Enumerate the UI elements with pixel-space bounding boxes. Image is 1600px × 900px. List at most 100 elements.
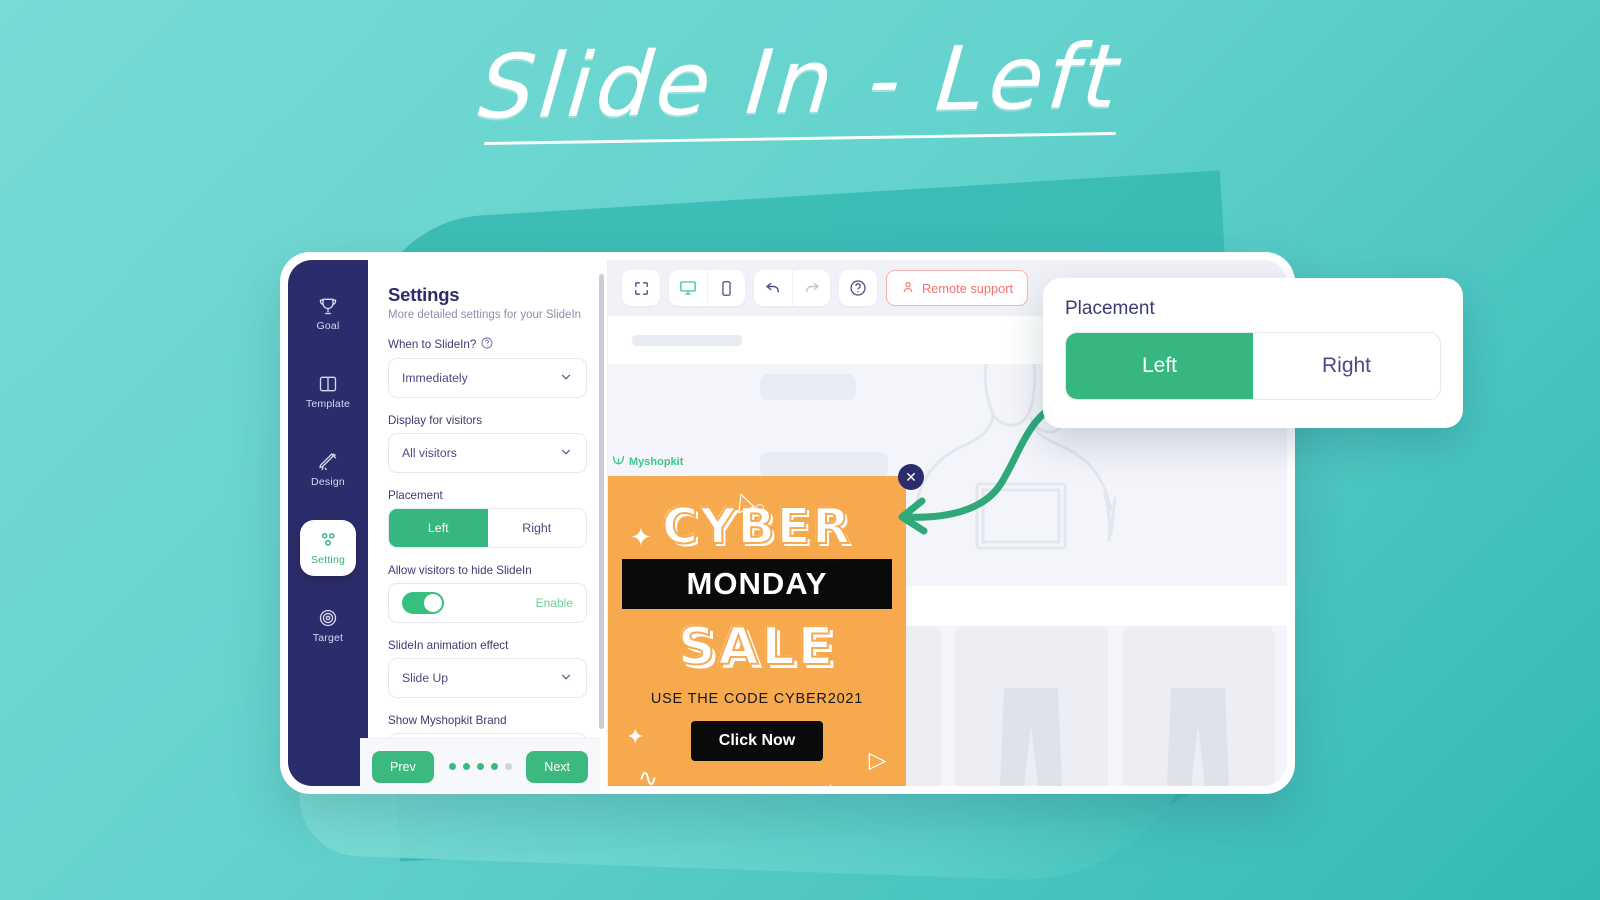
display-for-visitors-select[interactable]: All visitors (388, 433, 587, 473)
help-icon[interactable] (839, 270, 877, 306)
remote-support-button[interactable]: Remote support (886, 270, 1029, 306)
select-value: Immediately (402, 371, 468, 385)
settings-panel: Settings More detailed settings for your… (368, 260, 608, 786)
select-value: All visitors (402, 446, 457, 460)
zigzag-decoration: ∿ (638, 765, 659, 786)
when-to-slidein-select[interactable]: Immediately (388, 358, 587, 398)
magic-wand-icon (318, 452, 338, 472)
placement-segmented-control: Left Right (388, 508, 587, 548)
popup-close-button[interactable]: ✕ (898, 464, 924, 490)
popup-cta-button[interactable]: Click Now (690, 721, 824, 761)
field-label: When to SlideIn? (388, 337, 587, 352)
slidein-popup: ✦ △ ○ ✦ ∿ △ ○ ✦ CYBER MONDAY SALE USE TH… (608, 476, 906, 786)
myshopkit-label: Myshopkit (629, 456, 684, 468)
field-display-for-visitors: Display for visitors All visitors (388, 414, 587, 473)
popup-headline-sale: SALE (677, 616, 837, 678)
popup-promo-code: USE THE CODE CYBER2021 (650, 691, 864, 707)
sidebar-item-design[interactable]: Design (300, 442, 356, 498)
sidebar-item-label: Setting (310, 554, 346, 566)
page-title: Settings (388, 284, 460, 305)
popup-headline-monday-bar: MONDAY (622, 559, 892, 609)
columns-icon (318, 374, 338, 394)
popup-headline-cyber: CYBER (661, 497, 852, 556)
step-dot[interactable] (476, 763, 484, 770)
chevron-down-icon (559, 370, 573, 387)
sparkle-decoration: ✦ (820, 778, 841, 786)
fullscreen-icon[interactable] (622, 270, 660, 306)
sidebar-rail: Goal Template Design Setting Target (288, 260, 368, 786)
callout-title: Placement (1065, 298, 1155, 319)
animation-effect-select[interactable]: Slide Up (388, 658, 587, 698)
step-dot[interactable] (490, 763, 498, 770)
when-label-text: When to SlideIn? (388, 338, 477, 351)
placement-label-text: Placement (388, 489, 443, 502)
allow-hide-toggle[interactable] (402, 592, 444, 614)
user-icon (901, 280, 915, 297)
field-allow-hide: Allow visitors to hide SlideIn Enable (388, 564, 587, 623)
select-value: Slide Up (402, 671, 449, 685)
step-dot[interactable] (504, 763, 512, 770)
sidebar-item-target[interactable]: Target (300, 598, 356, 654)
mobile-icon[interactable] (707, 270, 745, 306)
animation-label-text: SlideIn animation effect (388, 639, 509, 652)
myshopkit-logo-icon (612, 454, 625, 470)
toolbar-group-help (839, 270, 877, 306)
help-circle-icon[interactable] (481, 337, 493, 352)
chevron-down-icon (559, 445, 573, 462)
sidebar-item-setting[interactable]: Setting (300, 520, 356, 576)
placement-callout-card: Placement Left Right (1043, 278, 1463, 428)
brand-label-text: Show Myshopkit Brand (388, 714, 507, 727)
sidebar-item-label: Template (305, 398, 351, 410)
field-label: Show Myshopkit Brand (388, 714, 587, 727)
field-placement: Placement Left Right (388, 489, 587, 548)
allow-hide-row: Enable (388, 583, 587, 623)
undo-icon[interactable] (754, 270, 792, 306)
product-card[interactable] (954, 626, 1108, 786)
step-dots (448, 763, 512, 770)
placeholder-pill (760, 374, 856, 400)
sparkle-decoration: ✦ (626, 724, 645, 749)
next-button[interactable]: Next (526, 750, 588, 783)
redo-icon[interactable] (792, 270, 830, 306)
sidebar-item-label: Goal (316, 320, 340, 332)
product-card[interactable] (1121, 626, 1275, 786)
myshopkit-brand: Myshopkit (612, 454, 683, 470)
trophy-icon (318, 296, 338, 316)
placement-option-left[interactable]: Left (389, 509, 488, 547)
remote-support-label: Remote support (922, 280, 1014, 296)
field-label: Allow visitors to hide SlideIn (388, 564, 587, 577)
placement-option-right[interactable]: Right (488, 509, 587, 547)
field-label: Display for visitors (388, 414, 587, 427)
toolbar-group-device (669, 270, 745, 306)
headline: Slide In - Left (0, 24, 1600, 145)
placeholder-bar (632, 334, 742, 346)
hide-label-text: Allow visitors to hide SlideIn (388, 564, 532, 577)
headline-text: Slide In - Left (474, 24, 1126, 139)
callout-option-left[interactable]: Left (1066, 333, 1253, 399)
chevron-down-icon (559, 670, 573, 687)
sidebar-item-label: Target (312, 632, 344, 644)
field-label: Placement (388, 489, 587, 502)
settings-icon (318, 530, 338, 550)
toggle-state-label: Enable (535, 596, 573, 610)
toolbar-group-fullscreen (622, 270, 660, 306)
triangle-decoration: △ (866, 752, 893, 771)
sidebar-item-goal[interactable]: Goal (300, 286, 356, 342)
desktop-icon[interactable] (669, 270, 707, 306)
step-dot[interactable] (448, 763, 456, 770)
step-dot[interactable] (462, 763, 470, 770)
display-label-text: Display for visitors (388, 414, 483, 427)
target-icon (318, 608, 338, 628)
callout-option-right[interactable]: Right (1253, 333, 1440, 399)
popup-headline-monday: MONDAY (686, 566, 828, 601)
field-when-to-slidein: When to SlideIn? Immediately (388, 337, 587, 398)
settings-scrollbar[interactable] (599, 274, 604, 729)
sidebar-item-template[interactable]: Template (300, 364, 356, 420)
field-animation-effect: SlideIn animation effect Slide Up (388, 639, 587, 698)
page-subtitle: More detailed settings for your SlideIn (388, 309, 582, 321)
field-label: SlideIn animation effect (388, 639, 587, 652)
toolbar-group-history (754, 270, 830, 306)
wizard-footer: Prev Next (360, 738, 600, 794)
headline-underline (484, 131, 1116, 145)
prev-button[interactable]: Prev (372, 750, 434, 783)
